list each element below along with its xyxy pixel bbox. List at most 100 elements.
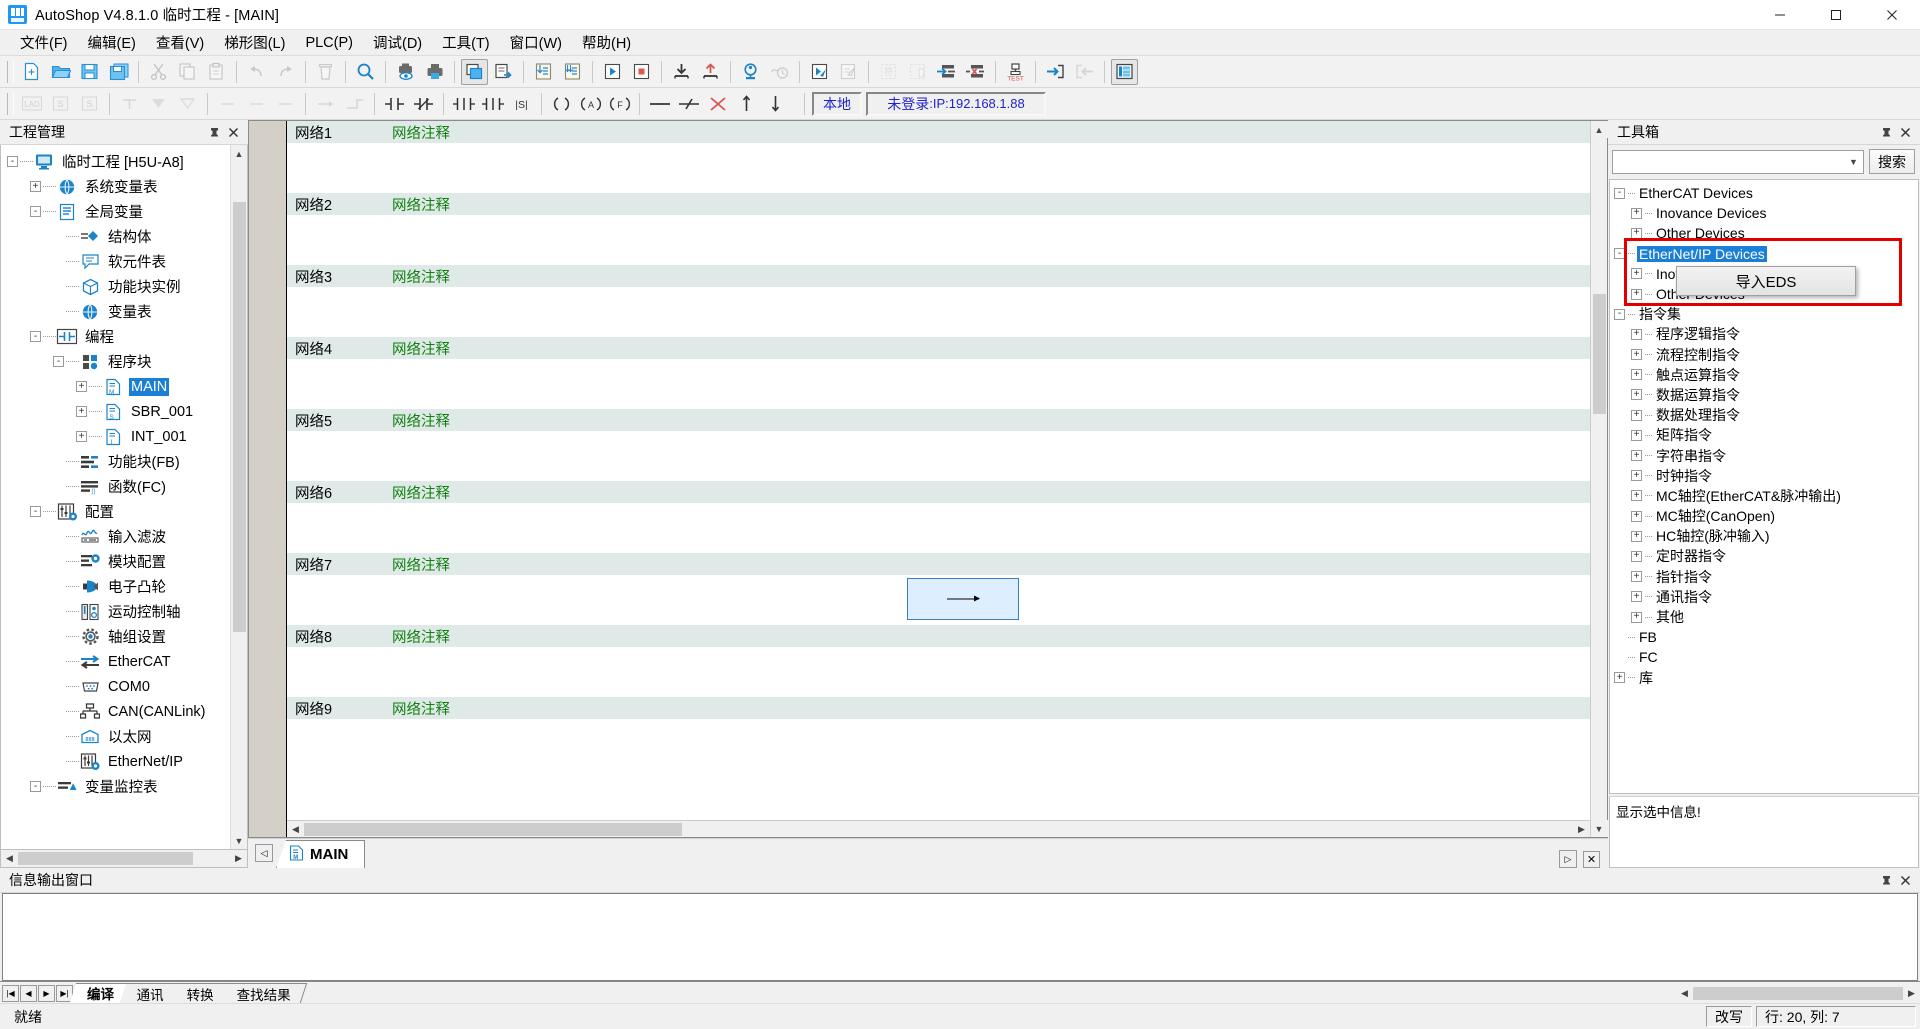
coil-reset-icon[interactable]: F [606,91,633,117]
tree-item[interactable]: 功能块(FB) [7,449,230,474]
collapse-icon[interactable]: - [1614,248,1625,259]
branch-up-icon[interactable] [116,91,143,117]
toolbox-tree-item[interactable]: +其他 [1614,607,1918,627]
toolbox-tree-item[interactable]: +Other Devices [1614,223,1918,243]
add-row-icon[interactable] [933,59,960,85]
remove-row-icon[interactable] [962,59,989,85]
login-status-chip[interactable]: 未登录:IP:192.168.1.88 [866,92,1046,116]
nav-prev-icon[interactable]: ◀ [20,985,37,1002]
compile-icon[interactable] [530,59,557,85]
expand-icon[interactable]: + [1614,672,1625,683]
context-menu-import-eds[interactable]: 导入EDS [1676,266,1856,296]
output-hscrollbar[interactable]: ◀ ▶ [1676,983,1920,1003]
tree-item[interactable]: 模块配置 [7,549,230,574]
expand-icon[interactable]: + [1631,268,1642,279]
close-button[interactable] [1864,0,1920,30]
toolbox-tree-item[interactable]: +Inovance Devices [1614,203,1918,223]
scroll-left-arrow[interactable]: ◀ [287,821,304,838]
menu-tools[interactable]: 工具(T) [432,29,500,56]
expand-icon[interactable]: + [76,431,87,442]
download-icon[interactable] [668,59,695,85]
logout-icon[interactable] [1071,59,1098,85]
menu-debug[interactable]: 调试(D) [363,29,432,56]
tree-item[interactable]: 以太网 [7,724,230,749]
tree-item[interactable]: -变量监控表 [7,774,230,799]
delete-icon[interactable] [312,59,339,85]
tree-item[interactable]: 输入滤波 [7,524,230,549]
toolbox-tree-item[interactable]: +通讯指令 [1614,587,1918,607]
expand-icon[interactable]: + [1631,591,1642,602]
chevron-down-icon[interactable]: ▼ [1844,151,1863,173]
rung-body[interactable] [287,287,1590,337]
tree-item[interactable]: CAN(CANLink) [7,699,230,724]
edit-note-icon[interactable] [835,59,862,85]
tree-item[interactable]: +SSBR_001 [7,399,230,424]
scroll-down-arrow[interactable]: ▼ [1591,820,1608,837]
decrypt-icon[interactable] [904,59,931,85]
toolbox-tree-item[interactable]: +HC轴控(脉冲输入) [1614,526,1918,546]
tree-item[interactable]: -临时工程 [H5U-A8] [7,149,230,174]
tree-item[interactable]: EtherNet/IP [7,749,230,774]
connection-mode-chip[interactable]: 本地 [812,92,862,116]
tab-prev-icon[interactable]: ◁ [255,844,273,862]
close-icon[interactable] [1897,872,1914,889]
find-icon[interactable] [352,59,379,85]
window-cascade-icon[interactable] [461,59,488,85]
contact-nc-icon[interactable] [410,91,437,117]
scroll-thumb[interactable] [18,852,193,865]
window-export-icon[interactable] [490,59,517,85]
tab-close-icon[interactable]: ✕ [1583,851,1600,868]
tree-item[interactable]: 电子凸轮 [7,574,230,599]
scroll-up-arrow[interactable]: ▲ [231,145,248,162]
scroll-right-arrow[interactable]: ▶ [1573,821,1590,838]
tree-item[interactable]: EtherCAT [7,649,230,674]
expand-icon[interactable]: + [1631,450,1642,461]
nav-next-icon[interactable]: ▶ [38,985,55,1002]
menu-plc[interactable]: PLC(P) [295,32,363,54]
toolbox-tree-item[interactable]: +MC轴控(EtherCAT&脉冲输出) [1614,486,1918,506]
line-left-icon[interactable] [214,91,241,117]
line-right-icon[interactable] [272,91,299,117]
scroll-thumb[interactable] [233,202,246,632]
rung-body[interactable] [287,359,1590,409]
output-text-area[interactable] [2,893,1918,981]
tree-item[interactable]: 软元件表 [7,249,230,274]
monitor-icon[interactable] [737,59,764,85]
expand-icon[interactable]: + [1631,389,1642,400]
st-icon[interactable]: S [47,91,74,117]
expand-icon[interactable]: + [76,406,87,417]
menu-view[interactable]: 查看(V) [146,29,214,56]
hline-icon[interactable] [646,91,673,117]
encrypt-icon[interactable]: 符 [875,59,902,85]
rung-body[interactable] [287,215,1590,265]
toolbox-tree-item[interactable]: +流程控制指令 [1614,345,1918,365]
contact-p-icon[interactable] [450,91,477,117]
tree-item[interactable]: -程序块 [7,349,230,374]
cross-delete-icon[interactable] [704,91,731,117]
line-mid-icon[interactable] [243,91,270,117]
tree-item[interactable]: 功能块实例 [7,274,230,299]
toolbox-tree-item[interactable]: -EtherNet/IP Devices [1614,244,1918,264]
new-file-icon[interactable] [18,59,45,85]
tree-item[interactable]: -编程 [7,324,230,349]
menu-ladder[interactable]: 梯形图(L) [214,29,295,56]
toolbox-tree-item[interactable]: +数据运算指令 [1614,385,1918,405]
print-preview-icon[interactable] [392,59,419,85]
expand-icon[interactable]: + [1631,511,1642,522]
expand-icon[interactable]: + [1631,430,1642,441]
tree-item[interactable]: ()函数(FC) [7,474,230,499]
nav-first-icon[interactable]: |◀ [2,985,19,1002]
contact-n-icon[interactable] [479,91,506,117]
tree-item[interactable]: -配置 [7,499,230,524]
rung-body[interactable] [287,431,1590,481]
scroll-up-arrow[interactable]: ▲ [1591,121,1608,138]
tree-item[interactable]: -全局变量 [7,199,230,224]
lad-icon[interactable]: LAD [18,91,45,117]
toolbox-tree-item[interactable]: +MC轴控(CanOpen) [1614,506,1918,526]
collapse-icon[interactable]: - [1614,188,1625,199]
rung-header[interactable]: 网络5网络注释 [287,409,1590,431]
vline-down-icon[interactable] [762,91,789,117]
collapse-icon[interactable]: - [30,206,41,217]
menu-edit[interactable]: 编辑(E) [78,29,146,56]
scroll-down-arrow[interactable]: ▼ [231,832,248,849]
